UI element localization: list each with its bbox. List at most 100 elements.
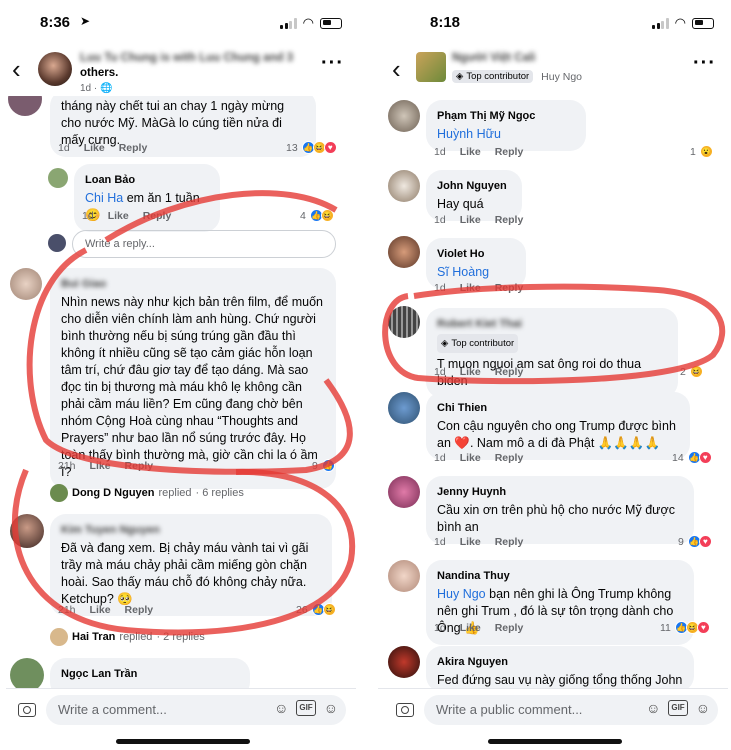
post-header: ‹ Người Việt Cali ◈ Top contributor Huy N… xyxy=(378,44,728,96)
like-button[interactable]: Like xyxy=(460,452,481,464)
battery-icon xyxy=(320,17,342,29)
like-button[interactable]: Like xyxy=(108,210,129,222)
battery-icon xyxy=(692,17,714,29)
emoji-icon[interactable]: ☺ xyxy=(324,700,338,716)
status-bar: 8:36 ➤ ◠ xyxy=(6,0,356,44)
post-title: Luu Tu Chung is with Luu Chung and 3 oth… xyxy=(80,52,294,79)
camera-icon[interactable] xyxy=(18,703,36,717)
gif-icon[interactable]: GIF xyxy=(296,700,316,716)
emoji-icon[interactable]: ☺ xyxy=(696,700,710,716)
reply-button[interactable]: Reply xyxy=(495,622,524,634)
like-button[interactable]: Like xyxy=(90,460,111,472)
reply-button[interactable]: Reply xyxy=(125,460,154,472)
comment-input[interactable]: Write a comment... ☺ GIF ☺ xyxy=(46,695,346,725)
comment-actions: 1d Like Reply xyxy=(434,622,524,634)
comment-actions: 1d Like Reply xyxy=(434,366,524,378)
avatar xyxy=(50,484,68,502)
reply-button[interactable]: Reply xyxy=(495,452,524,464)
like-button[interactable]: Like xyxy=(460,282,481,294)
avatar[interactable] xyxy=(10,268,42,300)
like-button[interactable]: Like xyxy=(460,146,481,158)
comment-bubble: Phạm Thị Mỹ Ngọc Huỳnh Hữu xyxy=(426,100,586,151)
view-replies-link[interactable]: Dong D Nguyen replied · 6 replies xyxy=(50,484,244,502)
comment-actions: 1d Like Reply xyxy=(434,146,524,158)
more-options-icon[interactable]: ··· xyxy=(693,52,716,75)
comment-bubble: Jenny Huynh Cầu xin ơn trên phù hộ cho n… xyxy=(426,476,694,544)
reply-button[interactable]: Reply xyxy=(495,282,524,294)
avatar[interactable] xyxy=(48,168,68,188)
comment-input[interactable]: Write a public comment... ☺ GIF ☺ xyxy=(424,695,718,725)
post-header: ‹ Luu Tu Chung is with Luu Chung and 3 o… xyxy=(6,44,356,96)
back-arrow-icon[interactable]: ‹ xyxy=(392,56,401,82)
comment-actions: 1d Like Reply xyxy=(434,452,524,464)
reply-button[interactable]: Reply xyxy=(495,146,524,158)
avatar[interactable] xyxy=(388,170,420,202)
avatar[interactable] xyxy=(388,560,420,592)
like-button[interactable]: Like xyxy=(460,622,481,634)
left-screenshot: 8:36 ➤ ◠ ‹ Luu Tu Chung is with Luu Chun… xyxy=(6,0,356,750)
comment-actions: 1d Like Reply xyxy=(434,282,524,294)
like-reaction-icon: 👍 xyxy=(321,459,335,472)
avatar[interactable] xyxy=(38,52,72,86)
top-contributor-badge: ◈ Top contributor xyxy=(452,70,534,83)
signal-icon xyxy=(652,17,669,29)
comment-bubble: Bui Giao Nhìn news này như kịch bản trên… xyxy=(50,268,336,489)
reaction-count: 1 😮 xyxy=(690,145,713,158)
comment-composer: Write a comment... ☺ GIF ☺ xyxy=(6,688,356,750)
avatar[interactable] xyxy=(388,476,420,508)
avatar[interactable] xyxy=(388,392,420,424)
like-button[interactable]: Like xyxy=(460,366,481,378)
post-time: 1d · 🌐 xyxy=(80,83,113,94)
comment-feed: tháng này chết tui an chay 1 ngày mừng c… xyxy=(6,96,356,688)
avatar[interactable] xyxy=(10,514,44,548)
group-avatar[interactable] xyxy=(416,52,446,82)
haha-reaction-icon: 😆 xyxy=(320,209,334,222)
signal-icon xyxy=(280,17,297,29)
like-button[interactable]: Like xyxy=(90,604,111,616)
mention-link[interactable]: Huy Ngo xyxy=(437,587,486,601)
reply-button[interactable]: Reply xyxy=(143,210,172,222)
wifi-icon: ◠ xyxy=(674,15,686,30)
comment-composer: Write a public comment... ☺ GIF ☺ xyxy=(378,688,728,750)
badge-icon: ◈ xyxy=(456,71,464,82)
reply-button[interactable]: Reply xyxy=(495,536,524,548)
avatar[interactable] xyxy=(8,96,42,116)
comment-bubble: Akira Nguyen Fed đứng sau vụ này giống t… xyxy=(426,646,694,688)
reply-button[interactable]: Reply xyxy=(495,366,524,378)
avatar-sticker-icon[interactable]: ☺ xyxy=(646,700,660,716)
camera-icon[interactable] xyxy=(396,703,414,717)
mention-link[interactable]: Huỳnh Hữu xyxy=(437,127,501,141)
avatar xyxy=(50,628,68,646)
like-button[interactable]: Like xyxy=(460,536,481,548)
mention-link[interactable]: Chi Ha xyxy=(85,191,123,205)
badge-icon: ◈ xyxy=(441,338,449,349)
avatar xyxy=(48,234,66,252)
mention-link[interactable]: Sĩ Hoàng xyxy=(437,265,489,279)
status-time: 8:18 xyxy=(430,14,461,31)
avatar[interactable] xyxy=(388,236,420,268)
gif-icon[interactable]: GIF xyxy=(668,700,688,716)
view-replies-link[interactable]: Hai Tran replied · 2 replies xyxy=(50,628,205,646)
comment-bubble: Chi Thien Con cậu nguyên cho ong Trump đ… xyxy=(426,392,690,460)
reply-button[interactable]: Reply xyxy=(119,142,148,154)
reply-button[interactable]: Reply xyxy=(125,604,154,616)
avatar[interactable] xyxy=(388,306,420,338)
comment-feed: Phạm Thị Mỹ Ngọc Huỳnh Hữu 1d Like Reply… xyxy=(378,96,728,688)
status-bar: 8:18 ◠ xyxy=(378,0,728,44)
avatar[interactable] xyxy=(388,646,420,678)
haha-reaction-icon: 😆 xyxy=(689,365,703,378)
comment-actions: 1d Like Reply xyxy=(82,210,172,222)
avatar[interactable] xyxy=(10,658,44,688)
love-reaction-icon: ♥ xyxy=(698,451,712,464)
location-arrow-icon: ➤ xyxy=(80,14,91,28)
reply-input[interactable]: Write a reply... xyxy=(72,230,336,258)
more-options-icon[interactable]: ··· xyxy=(321,52,344,75)
comment-bubble: Kim Tuyen Nguyen Đã và đang xem. Bị chảy… xyxy=(50,514,332,616)
like-button[interactable]: Like xyxy=(84,142,105,154)
avatar[interactable] xyxy=(388,100,420,132)
reply-button[interactable]: Reply xyxy=(495,214,524,226)
avatar-sticker-icon[interactable]: ☺ xyxy=(274,700,288,716)
home-indicator xyxy=(116,739,250,744)
like-button[interactable]: Like xyxy=(460,214,481,226)
back-arrow-icon[interactable]: ‹ xyxy=(12,56,21,82)
